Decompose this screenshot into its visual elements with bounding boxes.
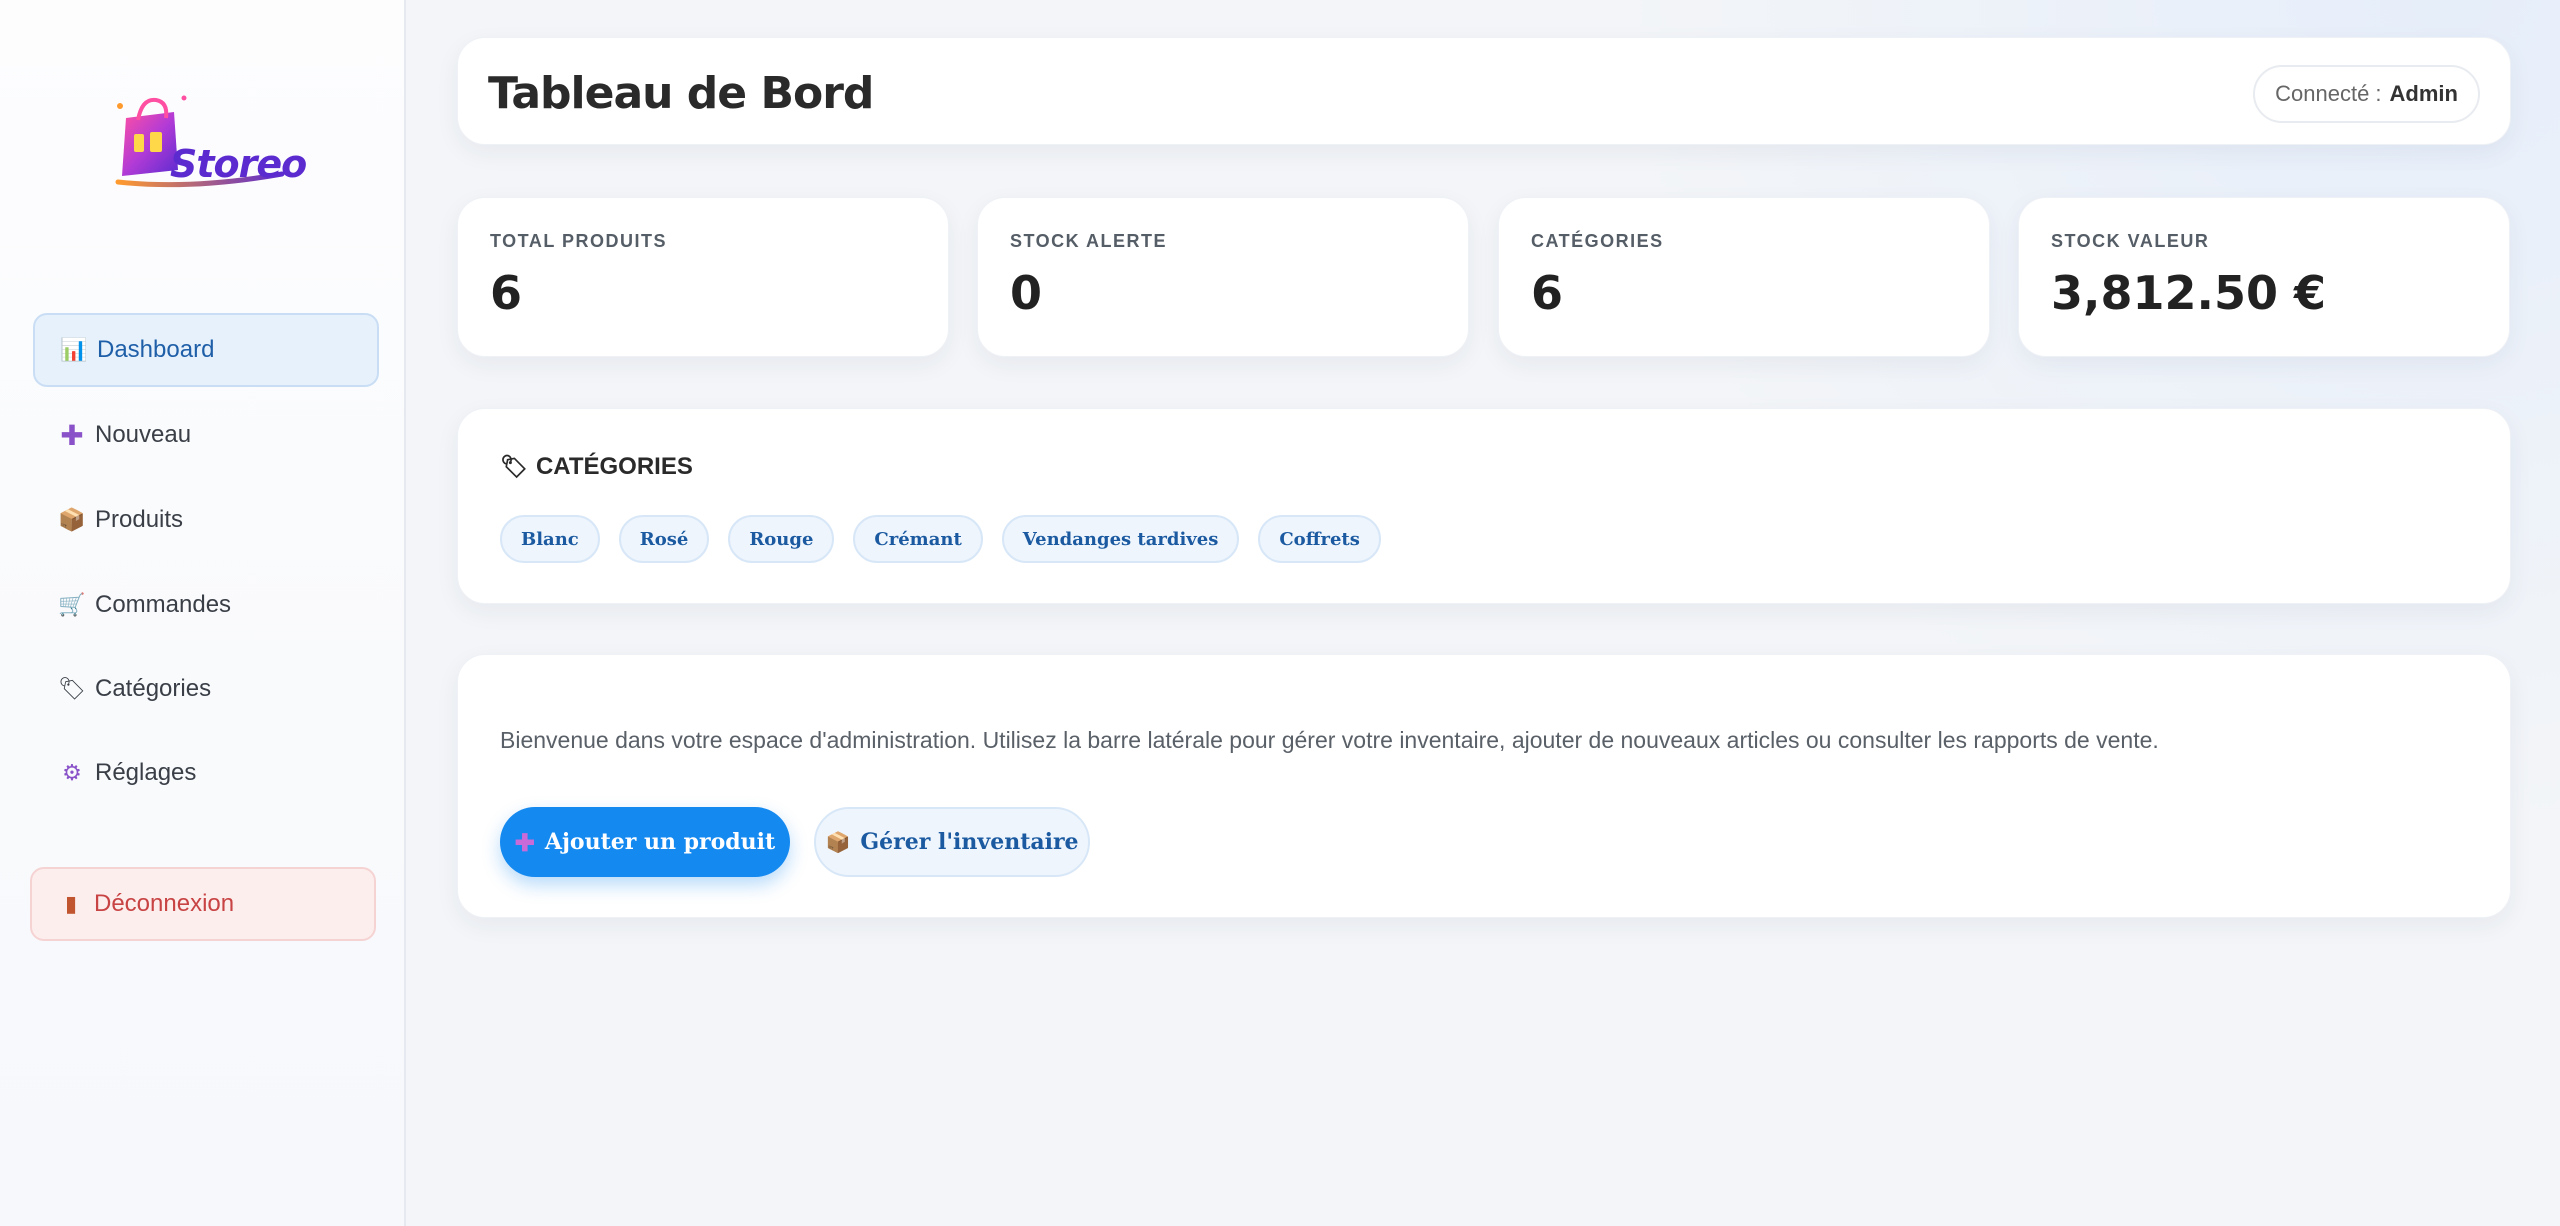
stat-label: CATÉGORIES — [1531, 231, 1664, 251]
page-header: Tableau de Bord Connecté : Admin — [457, 37, 2511, 145]
stat-value: 0 — [1010, 266, 1043, 320]
category-chip[interactable]: Rouge — [728, 515, 835, 563]
sidebar-item-label: Réglages — [95, 759, 197, 786]
stat-label: STOCK ALERTE — [1010, 231, 1168, 251]
category-chip[interactable]: Coffrets — [1258, 515, 1381, 563]
sidebar-item-label: Dashboard — [97, 336, 215, 363]
categories-title-text: CATÉGORIES — [535, 453, 693, 480]
add-product-label: Ajouter un produit — [544, 829, 776, 855]
user-prefix: Connecté : — [2275, 81, 2382, 106]
stat-value: 6 — [490, 266, 523, 320]
sidebar-item-label: Catégories — [95, 675, 212, 702]
bar-chart-icon: 📊 — [60, 337, 88, 362]
storeo-logo[interactable]: Storeo — [112, 90, 307, 200]
cart-icon: 🛒 — [58, 592, 86, 617]
category-chip[interactable]: Blanc — [500, 515, 600, 563]
plus-icon: ✚ — [60, 419, 84, 451]
logout-label: Déconnexion — [94, 890, 235, 917]
user-name: Admin — [2389, 81, 2458, 106]
sidebar-item-produits[interactable]: 📦 Produits — [33, 483, 379, 557]
sidebar: Storeo 📊 Dashboard ✚ Nouveau 📦 Produits … — [0, 0, 406, 1226]
categories-panel: 🏷 CATÉGORIES Blanc Rosé Rouge Crémant Ve… — [457, 408, 2511, 604]
sidebar-item-reglages[interactable]: ⚙ Réglages — [33, 736, 379, 810]
door-icon: ▮ — [64, 891, 78, 916]
page-title: Tableau de Bord — [488, 68, 874, 119]
welcome-panel: Bienvenue dans votre espace d'administra… — [457, 654, 2511, 918]
package-icon: 📦 — [58, 507, 86, 532]
stat-card-stock-alerte: STOCK ALERTE 0 — [977, 197, 1469, 357]
category-chip[interactable]: Vendanges tardives — [1001, 515, 1240, 563]
main-content: Tableau de Bord Connecté : Admin TOTAL P… — [408, 0, 2560, 1226]
plus-icon: ✚ — [514, 827, 535, 857]
stat-label: TOTAL PRODUITS — [490, 231, 668, 251]
stat-card-total-produits: TOTAL PRODUITS 6 — [457, 197, 949, 357]
logo-text: Storeo — [170, 142, 307, 186]
welcome-text: Bienvenue dans votre espace d'administra… — [500, 727, 2159, 753]
category-chip[interactable]: Rosé — [618, 515, 710, 563]
category-chip[interactable]: Crémant — [853, 515, 983, 563]
stat-card-categories: CATÉGORIES 6 — [1498, 197, 1990, 357]
manage-inventory-button[interactable]: 📦 Gérer l'inventaire — [814, 807, 1090, 877]
sidebar-item-label: Commandes — [95, 591, 232, 618]
tag-icon: 🏷 — [58, 676, 86, 701]
manage-inventory-label: Gérer l'inventaire — [860, 829, 1079, 855]
gear-icon: ⚙ — [62, 760, 82, 785]
sidebar-item-label: Nouveau — [95, 421, 192, 448]
sidebar-item-categories[interactable]: 🏷 Catégories — [33, 652, 379, 726]
stat-value: 3,812.50 € — [2051, 266, 2327, 320]
sidebar-item-label: Produits — [95, 506, 184, 533]
tag-icon: 🏷 — [500, 454, 528, 479]
add-product-button[interactable]: ✚ Ajouter un produit — [500, 807, 790, 877]
sidebar-item-nouveau[interactable]: ✚ Nouveau — [33, 398, 379, 472]
category-chips: Blanc Rosé Rouge Crémant Vendanges tardi… — [500, 515, 1381, 563]
sidebar-item-commandes[interactable]: 🛒 Commandes — [33, 568, 379, 642]
stat-card-stock-valeur: STOCK VALEUR 3,812.50 € — [2018, 197, 2510, 357]
user-badge: Connecté : Admin — [2253, 65, 2480, 123]
sidebar-item-dashboard[interactable]: 📊 Dashboard — [33, 313, 379, 387]
logout-button[interactable]: ▮ Déconnexion — [30, 867, 376, 941]
stat-value: 6 — [1531, 266, 1564, 320]
categories-title: 🏷 CATÉGORIES — [500, 453, 693, 481]
package-icon: 📦 — [825, 830, 851, 854]
stat-label: STOCK VALEUR — [2051, 231, 2210, 251]
